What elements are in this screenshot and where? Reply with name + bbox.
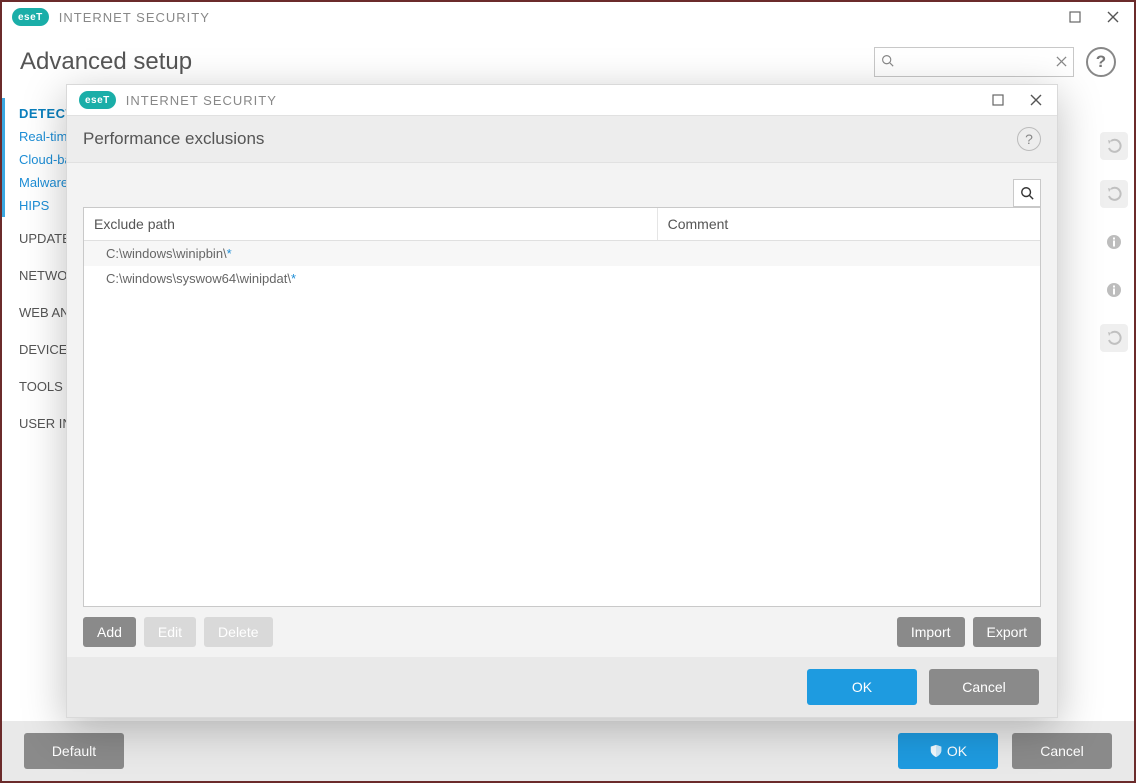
search-icon bbox=[881, 54, 894, 70]
col-exclude-path[interactable]: Exclude path bbox=[84, 208, 658, 240]
info-icon[interactable] bbox=[1100, 276, 1128, 304]
help-icon[interactable]: ? bbox=[1086, 47, 1116, 77]
performance-exclusions-dialog: eseT INTERNET SECURITY Performance exclu… bbox=[66, 84, 1058, 718]
cell-path: C:\windows\syswow64\winipdat\* bbox=[84, 266, 658, 291]
wildcard: * bbox=[291, 271, 296, 286]
path-text: C:\windows\syswow64\winipdat\ bbox=[106, 271, 291, 286]
table-row[interactable]: C:\windows\syswow64\winipdat\* bbox=[84, 266, 1040, 291]
search-input-wrap[interactable] bbox=[874, 47, 1074, 77]
maximize-icon[interactable] bbox=[1060, 5, 1090, 29]
clear-icon[interactable] bbox=[1056, 54, 1067, 70]
table-search-icon[interactable] bbox=[1013, 179, 1041, 207]
main-footer: Default OK Cancel bbox=[2, 721, 1134, 781]
info-icon[interactable] bbox=[1100, 228, 1128, 256]
main-header: Advanced setup ? bbox=[2, 32, 1134, 92]
table-row[interactable]: C:\windows\winipbin\* bbox=[84, 241, 1040, 266]
main-brand: eseT INTERNET SECURITY bbox=[12, 8, 210, 26]
page-title: Advanced setup bbox=[20, 48, 192, 76]
undo-icon[interactable] bbox=[1100, 324, 1128, 352]
exclusions-table: Exclude path Comment C:\windows\winipbin… bbox=[83, 207, 1041, 607]
path-text: C:\windows\winipbin\ bbox=[106, 246, 227, 261]
dialog-titlebar: eseT INTERNET SECURITY bbox=[67, 85, 1057, 115]
maximize-icon[interactable] bbox=[983, 88, 1013, 112]
right-rail bbox=[1094, 92, 1134, 721]
export-button[interactable]: Export bbox=[973, 617, 1041, 647]
delete-button[interactable]: Delete bbox=[204, 617, 272, 647]
dialog-cancel-button[interactable]: Cancel bbox=[929, 669, 1039, 705]
dialog-title: Performance exclusions bbox=[83, 129, 264, 149]
edit-button[interactable]: Edit bbox=[144, 617, 196, 647]
main-window-controls bbox=[1060, 5, 1128, 29]
default-button[interactable]: Default bbox=[24, 733, 124, 769]
main-titlebar: eseT INTERNET SECURITY bbox=[2, 2, 1134, 32]
main-ok-button[interactable]: OK bbox=[898, 733, 998, 769]
product-name: INTERNET SECURITY bbox=[126, 93, 277, 108]
eset-logo: eseT bbox=[12, 8, 49, 26]
shield-icon bbox=[929, 744, 943, 758]
search-input[interactable] bbox=[875, 48, 1073, 76]
ok-label: OK bbox=[947, 743, 967, 759]
col-comment[interactable]: Comment bbox=[658, 208, 1040, 240]
undo-icon[interactable] bbox=[1100, 180, 1128, 208]
main-cancel-button[interactable]: Cancel bbox=[1012, 733, 1112, 769]
wildcard: * bbox=[227, 246, 232, 261]
help-icon[interactable]: ? bbox=[1017, 127, 1041, 151]
eset-logo: eseT bbox=[79, 91, 116, 109]
close-icon[interactable] bbox=[1098, 5, 1128, 29]
close-icon[interactable] bbox=[1021, 88, 1051, 112]
import-button[interactable]: Import bbox=[897, 617, 965, 647]
dialog-header: Performance exclusions ? bbox=[67, 115, 1057, 163]
undo-icon[interactable] bbox=[1100, 132, 1128, 160]
cell-comment bbox=[658, 241, 1040, 266]
table-body: C:\windows\winipbin\* C:\windows\syswow6… bbox=[84, 241, 1040, 606]
cell-comment bbox=[658, 266, 1040, 291]
add-button[interactable]: Add bbox=[83, 617, 136, 647]
product-name: INTERNET SECURITY bbox=[59, 10, 210, 25]
dialog-ok-button[interactable]: OK bbox=[807, 669, 917, 705]
cell-path: C:\windows\winipbin\* bbox=[84, 241, 658, 266]
